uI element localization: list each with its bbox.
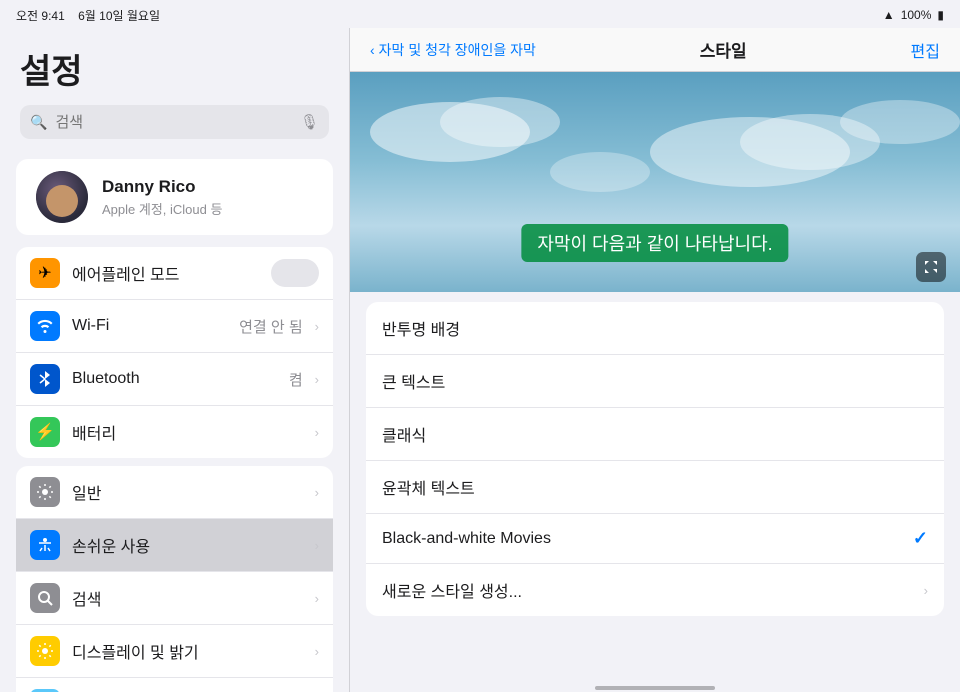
settings-group-connectivity: ✈ 에어플레인 모드 Wi-Fi 연결 안 됨 › bbox=[16, 247, 333, 458]
profile-subtitle: Apple 계정, iCloud 등 bbox=[102, 199, 222, 218]
wifi-icon bbox=[30, 311, 60, 341]
app-container: 설정 🔍 🎙 Danny Rico Apple 계정, iCloud 등 bbox=[0, 0, 960, 692]
general-chevron: › bbox=[315, 485, 319, 500]
settings-item-battery[interactable]: ⚡ 배터리 › bbox=[16, 406, 333, 458]
battery-percent: 100% bbox=[901, 8, 932, 22]
settings-list: ✈ 에어플레인 모드 Wi-Fi 연결 안 됨 › bbox=[0, 235, 349, 692]
battery-settings-icon: ⚡ bbox=[30, 417, 60, 447]
battery-chevron: › bbox=[315, 425, 319, 440]
display-chevron: › bbox=[315, 644, 319, 659]
wifi-label: Wi-Fi bbox=[72, 317, 227, 335]
bluetooth-icon bbox=[30, 364, 60, 394]
style-item-large-text[interactable]: 큰 텍스트 bbox=[366, 355, 944, 408]
nav-action-button[interactable]: 편집 bbox=[911, 38, 940, 62]
subtitle-overlay: 자막이 다음과 같이 나타납니다. bbox=[521, 224, 788, 262]
search-bar[interactable]: 🔍 🎙 bbox=[20, 105, 329, 139]
wifi-chevron: › bbox=[315, 319, 319, 334]
style-group: 반투명 배경 큰 텍스트 클래식 윤곽체 텍스트 Black-and-white… bbox=[366, 302, 944, 616]
style-item-transparent-bg[interactable]: 반투명 배경 bbox=[366, 302, 944, 355]
video-preview: 자막이 다음과 같이 나타납니다. bbox=[350, 72, 960, 292]
status-bar: 오전 9:41 6월 10일 월요일 ▲ 100% ▮ bbox=[0, 0, 960, 28]
status-indicators: ▲ 100% ▮ bbox=[883, 8, 944, 22]
settings-item-airplane[interactable]: ✈ 에어플레인 모드 bbox=[16, 247, 333, 300]
general-icon bbox=[30, 477, 60, 507]
nav-bar: ‹ 자막 및 청각 장애인을 자막 스타일 편집 bbox=[350, 28, 960, 72]
general-label: 일반 bbox=[72, 480, 303, 504]
home-indicator bbox=[350, 684, 960, 692]
settings-item-bluetooth[interactable]: Bluetooth 켬 › bbox=[16, 353, 333, 406]
settings-sidebar: 설정 🔍 🎙 Danny Rico Apple 계정, iCloud 등 bbox=[0, 28, 350, 692]
style-item-label-large-text: 큰 텍스트 bbox=[382, 369, 445, 393]
airplane-label: 에어플레인 모드 bbox=[72, 261, 259, 285]
wifi-value: 연결 안 됨 bbox=[239, 316, 303, 337]
avatar bbox=[36, 171, 88, 223]
wifi-status-icon: ▲ bbox=[883, 8, 895, 22]
settings-item-display[interactable]: 디스플레이 및 밝기 › bbox=[16, 625, 333, 678]
style-item-label-bw-movies: Black-and-white Movies bbox=[382, 530, 551, 548]
expand-button[interactable] bbox=[916, 252, 946, 282]
bluetooth-chevron: › bbox=[315, 372, 319, 387]
style-item-chevron-new-style: › bbox=[924, 583, 928, 598]
settings-item-accessibility[interactable]: 손쉬운 사용 › bbox=[16, 519, 333, 572]
bluetooth-value: 켬 bbox=[289, 369, 303, 390]
search-settings-icon bbox=[30, 583, 60, 613]
profile-info: Danny Rico Apple 계정, iCloud 등 bbox=[102, 177, 222, 218]
style-item-bw-movies[interactable]: Black-and-white Movies ✓ bbox=[366, 514, 944, 564]
settings-item-general[interactable]: 일반 › bbox=[16, 466, 333, 519]
search-input[interactable] bbox=[55, 114, 292, 131]
accessibility-label: 손쉬운 사용 bbox=[72, 533, 303, 557]
sidebar-title: 설정 bbox=[20, 44, 329, 93]
style-list: 반투명 배경 큰 텍스트 클래식 윤곽체 텍스트 Black-and-white… bbox=[350, 292, 960, 684]
nav-title: 스타일 bbox=[700, 37, 747, 62]
profile-row[interactable]: Danny Rico Apple 계정, iCloud 등 bbox=[16, 159, 333, 235]
airplane-toggle[interactable] bbox=[271, 259, 319, 287]
settings-item-multitasking[interactable]: 멀티태스킹 및 제스처 › bbox=[16, 678, 333, 692]
style-item-label-outline-text: 윤곽체 텍스트 bbox=[382, 475, 475, 499]
nav-back-chevron: ‹ bbox=[370, 42, 375, 58]
search-chevron: › bbox=[315, 591, 319, 606]
nav-back-button[interactable]: ‹ 자막 및 청각 장애인을 자막 bbox=[370, 40, 536, 60]
search-icon: 🔍 bbox=[30, 114, 47, 131]
style-item-label-transparent-bg: 반투명 배경 bbox=[382, 316, 460, 340]
nav-back-label: 자막 및 청각 장애인을 자막 bbox=[379, 40, 536, 60]
style-item-label-new-style: 새로운 스타일 생성... bbox=[382, 578, 522, 602]
accessibility-icon bbox=[30, 530, 60, 560]
battery-icon: ▮ bbox=[937, 8, 944, 22]
battery-label: 배터리 bbox=[72, 420, 303, 444]
main-panel: ‹ 자막 및 청각 장애인을 자막 스타일 편집 bbox=[350, 28, 960, 692]
style-item-label-classic: 클래식 bbox=[382, 422, 426, 446]
mic-icon[interactable]: 🎙 bbox=[300, 113, 319, 131]
settings-item-wifi[interactable]: Wi-Fi 연결 안 됨 › bbox=[16, 300, 333, 353]
profile-name: Danny Rico bbox=[102, 177, 222, 197]
style-item-new-style[interactable]: 새로운 스타일 생성... › bbox=[366, 564, 944, 616]
style-item-check-bw-movies: ✓ bbox=[913, 528, 928, 549]
home-bar bbox=[595, 686, 715, 690]
status-time-date: 오전 9:41 6월 10일 월요일 bbox=[16, 7, 160, 24]
settings-item-search[interactable]: 검색 › bbox=[16, 572, 333, 625]
airplane-icon: ✈ bbox=[30, 258, 60, 288]
style-item-outline-text[interactable]: 윤곽체 텍스트 bbox=[366, 461, 944, 514]
settings-group-system: 일반 › 손쉬운 사용 › bbox=[16, 466, 333, 692]
accessibility-chevron: › bbox=[315, 538, 319, 553]
bluetooth-label: Bluetooth bbox=[72, 370, 277, 388]
search-settings-label: 검색 bbox=[72, 586, 303, 610]
display-icon bbox=[30, 636, 60, 666]
sidebar-header: 설정 🔍 🎙 bbox=[0, 28, 349, 149]
style-item-classic[interactable]: 클래식 bbox=[366, 408, 944, 461]
display-label: 디스플레이 및 밝기 bbox=[72, 639, 303, 663]
